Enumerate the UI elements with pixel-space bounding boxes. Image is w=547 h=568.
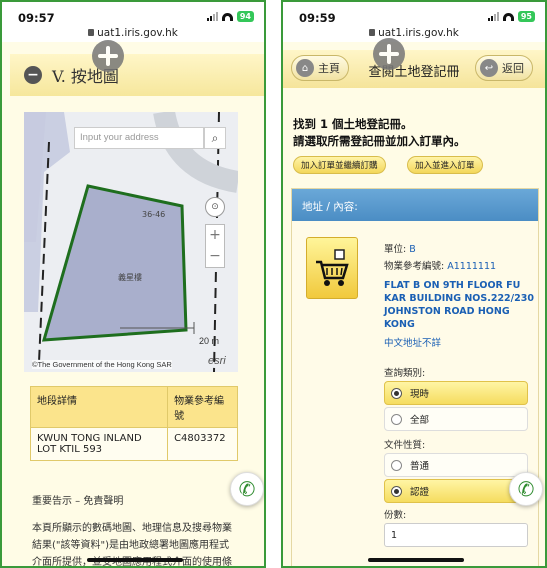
lot-details-cell[interactable]: KWUN TONG INLAND LOT KTIL 593 — [29, 427, 169, 461]
map-view[interactable]: 36-46 義星樓 Input your address ⌕ ⊙ + − 20 … — [24, 112, 238, 372]
signal-icon — [487, 12, 499, 21]
results-instruction-text: 請選取所需登記冊並加入訂單內。 — [293, 134, 466, 148]
wifi-icon — [221, 12, 233, 21]
move-icon[interactable] — [373, 38, 405, 70]
url-bar[interactable]: uat1.iris.gov.hk — [283, 27, 545, 39]
url-bar[interactable]: uat1.iris.gov.hk — [2, 27, 264, 39]
unit-info: 單位: B 物業參考編號: A1111111 — [384, 241, 496, 275]
esri-logo: esri — [208, 355, 226, 367]
top-nav: ⌂ 主頁 查閱土地登記冊 ↩ 返回 — [283, 50, 545, 88]
table-header-row: 地段詳情 物業參考編號 — [29, 386, 238, 428]
unit-value: B — [409, 244, 416, 255]
status-icons: 95 — [487, 11, 535, 22]
copies-input[interactable]: 1 — [384, 523, 528, 547]
search-type-all-radio[interactable]: 全部 — [384, 407, 528, 431]
unit-label: 單位: — [384, 244, 410, 255]
search-type-all-label: 全部 — [410, 415, 430, 426]
lot-number-label: 36-46 — [142, 210, 166, 219]
results-count-text: 找到 1 個土地登記冊。 — [293, 117, 413, 131]
property-ref-cell: C4803372 — [167, 427, 238, 461]
disclaimer-title: 重要告示 – 免責聲明 — [32, 496, 124, 507]
col-header-ref: 物業參考編號 — [167, 386, 238, 428]
search-type-label: 查詢類別: — [384, 368, 426, 379]
phone-screen-register: 09:59 95 uat1.iris.gov.hk ⌂ 主頁 查閱土地登記冊 ↩… — [281, 0, 547, 568]
phone-call-icon[interactable]: ✆ — [509, 472, 543, 506]
doc-type-ordinary-radio[interactable]: 普通 — [384, 453, 528, 477]
register-card: 地址 / 內容: 單位: B 物業參考編號: A1111111 FLAT B O… — [291, 188, 539, 566]
home-indicator — [368, 558, 464, 562]
lock-icon — [88, 29, 95, 36]
wifi-icon — [502, 12, 514, 21]
address-search-input[interactable]: Input your address — [74, 127, 204, 149]
building-label: 義星樓 — [118, 273, 142, 282]
scale-label: 20 m — [199, 336, 220, 346]
table-row[interactable]: KWUN TONG INLAND LOT KTIL 593 C4803372 — [29, 427, 238, 461]
radio-unselected-icon — [391, 459, 402, 471]
phone-screen-map: 09:57 94 uat1.iris.gov.hk − V. 按地圖 36-46… — [0, 0, 266, 568]
doc-type-certified-radio[interactable]: 認證 — [384, 479, 528, 503]
radio-unselected-icon — [391, 413, 402, 425]
collapse-icon[interactable]: − — [24, 66, 42, 84]
doc-type-label: 文件性質: — [384, 440, 426, 451]
move-icon[interactable] — [92, 40, 124, 72]
cart-icon[interactable] — [306, 237, 358, 299]
zoom-out-button[interactable]: − — [206, 246, 224, 267]
radio-selected-icon — [391, 387, 402, 399]
doc-type-ordinary-label: 普通 — [410, 461, 430, 472]
ref-value: A1111111 — [447, 261, 497, 272]
back-arrow-icon: ↩ — [480, 59, 498, 77]
ref-row: 物業參考編號: A1111111 — [384, 258, 496, 275]
radio-selected-icon — [391, 485, 402, 497]
zoom-control[interactable]: + − — [205, 224, 225, 268]
battery-icon: 95 — [517, 11, 535, 22]
section-header[interactable]: − V. 按地圖 — [10, 54, 264, 96]
card-header: 地址 / 內容: — [292, 189, 538, 221]
status-bar: 09:57 94 uat1.iris.gov.hk — [2, 2, 264, 42]
cart-icon-graphic — [316, 249, 349, 286]
map-attribution: ©The Government of the Hong Kong SAR — [32, 360, 172, 369]
url-text: uat1.iris.gov.hk — [97, 27, 178, 39]
chinese-address-note: 中文地址不詳 — [384, 338, 442, 349]
home-indicator — [87, 558, 183, 562]
battery-icon: 94 — [236, 11, 254, 22]
col-header-lot: 地段詳情 — [29, 386, 169, 428]
status-time: 09:59 — [299, 11, 336, 25]
zoom-in-button[interactable]: + — [206, 225, 224, 246]
doc-type-certified-label: 認證 — [410, 487, 430, 498]
ref-label: 物業參考編號: — [384, 261, 448, 272]
compass-icon[interactable]: ⊙ — [205, 197, 225, 217]
property-address: FLAT B ON 9TH FLOOR FU KAR BUILDING NOS.… — [384, 280, 534, 330]
back-label: 返回 — [502, 62, 524, 75]
lock-icon — [369, 29, 376, 36]
status-bar: 09:59 95 uat1.iris.gov.hk — [283, 2, 545, 42]
signal-icon — [206, 12, 218, 21]
search-type-current-label: 現時 — [410, 389, 430, 400]
status-time: 09:57 — [18, 11, 55, 25]
phone-call-icon[interactable]: ✆ — [230, 472, 264, 506]
search-icon[interactable]: ⌕ — [204, 127, 226, 149]
add-and-continue-button[interactable]: 加入訂單並繼續訂購 — [293, 156, 386, 174]
unit-row: 單位: B — [384, 241, 496, 258]
results-summary: 找到 1 個土地登記冊。 請選取所需登記冊並加入訂單內。 — [293, 116, 466, 150]
search-type-current-radio[interactable]: 現時 — [384, 381, 528, 405]
add-and-checkout-button[interactable]: 加入並進入訂單 — [407, 156, 483, 174]
status-icons: 94 — [206, 11, 254, 22]
lot-table: 地段詳情 物業參考編號 KWUN TONG INLAND LOT KTIL 59… — [29, 386, 238, 461]
copies-label: 份數: — [384, 510, 407, 521]
back-button[interactable]: ↩ 返回 — [475, 55, 533, 81]
